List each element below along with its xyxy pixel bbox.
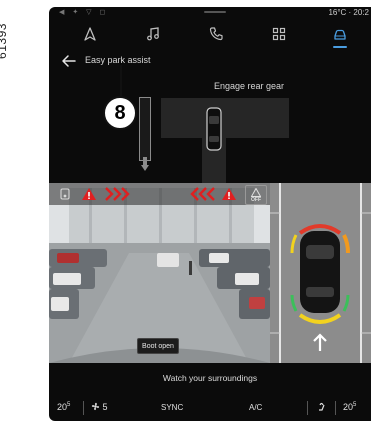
apps-icon[interactable]	[268, 23, 290, 45]
figure-reference-number: 61393	[0, 23, 9, 59]
music-icon[interactable]	[142, 23, 164, 45]
status-icons: ◀ ✦ ▽ ◻	[59, 9, 109, 16]
multimedia-screen: ◀ ✦ ▽ ◻ 16°C · 20:2 Easy park assist Eng…	[49, 7, 371, 421]
back-arrow-icon[interactable]	[61, 54, 77, 68]
alert-off-label: OFF	[251, 196, 261, 203]
safety-message: Watch your surroundings	[162, 373, 258, 383]
alert-off-button[interactable]: OFF	[245, 185, 267, 205]
left-temperature[interactable]: 205	[57, 402, 70, 412]
temperature-clock: 16°C · 20:2	[328, 8, 369, 17]
chevron-right-alert-icon	[105, 187, 130, 201]
boot-open-button[interactable]: Boot open	[137, 338, 179, 354]
manual-page: 61393 ◀ ✦ ▽ ◻ 16°C · 20:2 Easy park assi…	[0, 0, 371, 421]
active-tab-indicator	[333, 46, 347, 48]
figure-reference: 61393	[0, 12, 20, 72]
divider	[335, 401, 336, 415]
fan-icon	[91, 402, 100, 411]
down-arrow-icon	[141, 157, 149, 171]
left-temperature-decimal: 5	[67, 402, 71, 408]
sync-button[interactable]: SYNC	[161, 403, 183, 412]
gear-progress-slider	[139, 97, 151, 161]
rear-camera-view	[49, 183, 270, 363]
instruction-text: Engage rear gear	[213, 81, 285, 91]
warning-triangle-right-icon	[222, 188, 236, 200]
callout-line	[120, 65, 122, 97]
warning-outline-icon	[251, 187, 261, 197]
right-temperature-value: 20	[343, 402, 354, 412]
phone-icon[interactable]	[205, 23, 227, 45]
divider	[307, 401, 308, 415]
top-down-view	[270, 183, 371, 363]
ac-button[interactable]: A/C	[249, 403, 262, 412]
warning-triangle-left-icon	[82, 188, 96, 200]
callout-number: 8	[103, 96, 137, 130]
camera-settings-icon[interactable]	[59, 187, 71, 201]
seat-heating-icon[interactable]	[317, 402, 328, 414]
fan-speed-value: 5	[102, 402, 108, 412]
page-header: Easy park assist	[49, 51, 371, 71]
drawer-handle[interactable]	[204, 11, 226, 13]
navigation-icon[interactable]	[79, 23, 101, 45]
car-top-view-icon	[206, 107, 222, 151]
left-temperature-value: 20	[57, 402, 68, 412]
page-title: Easy park assist	[85, 55, 151, 65]
chevron-left-alert-icon	[190, 187, 215, 201]
fan-speed[interactable]: 5	[91, 402, 108, 412]
vehicle-icon[interactable]	[329, 23, 351, 45]
climate-bar: 205 5 SYNC A/C 205	[49, 395, 371, 421]
status-bar: ◀ ✦ ▽ ◻ 16°C · 20:2	[49, 7, 371, 19]
right-temperature-decimal: 5	[353, 402, 357, 408]
top-navigation-bar	[49, 19, 371, 49]
divider	[83, 401, 84, 415]
right-temperature[interactable]: 205	[343, 402, 356, 412]
